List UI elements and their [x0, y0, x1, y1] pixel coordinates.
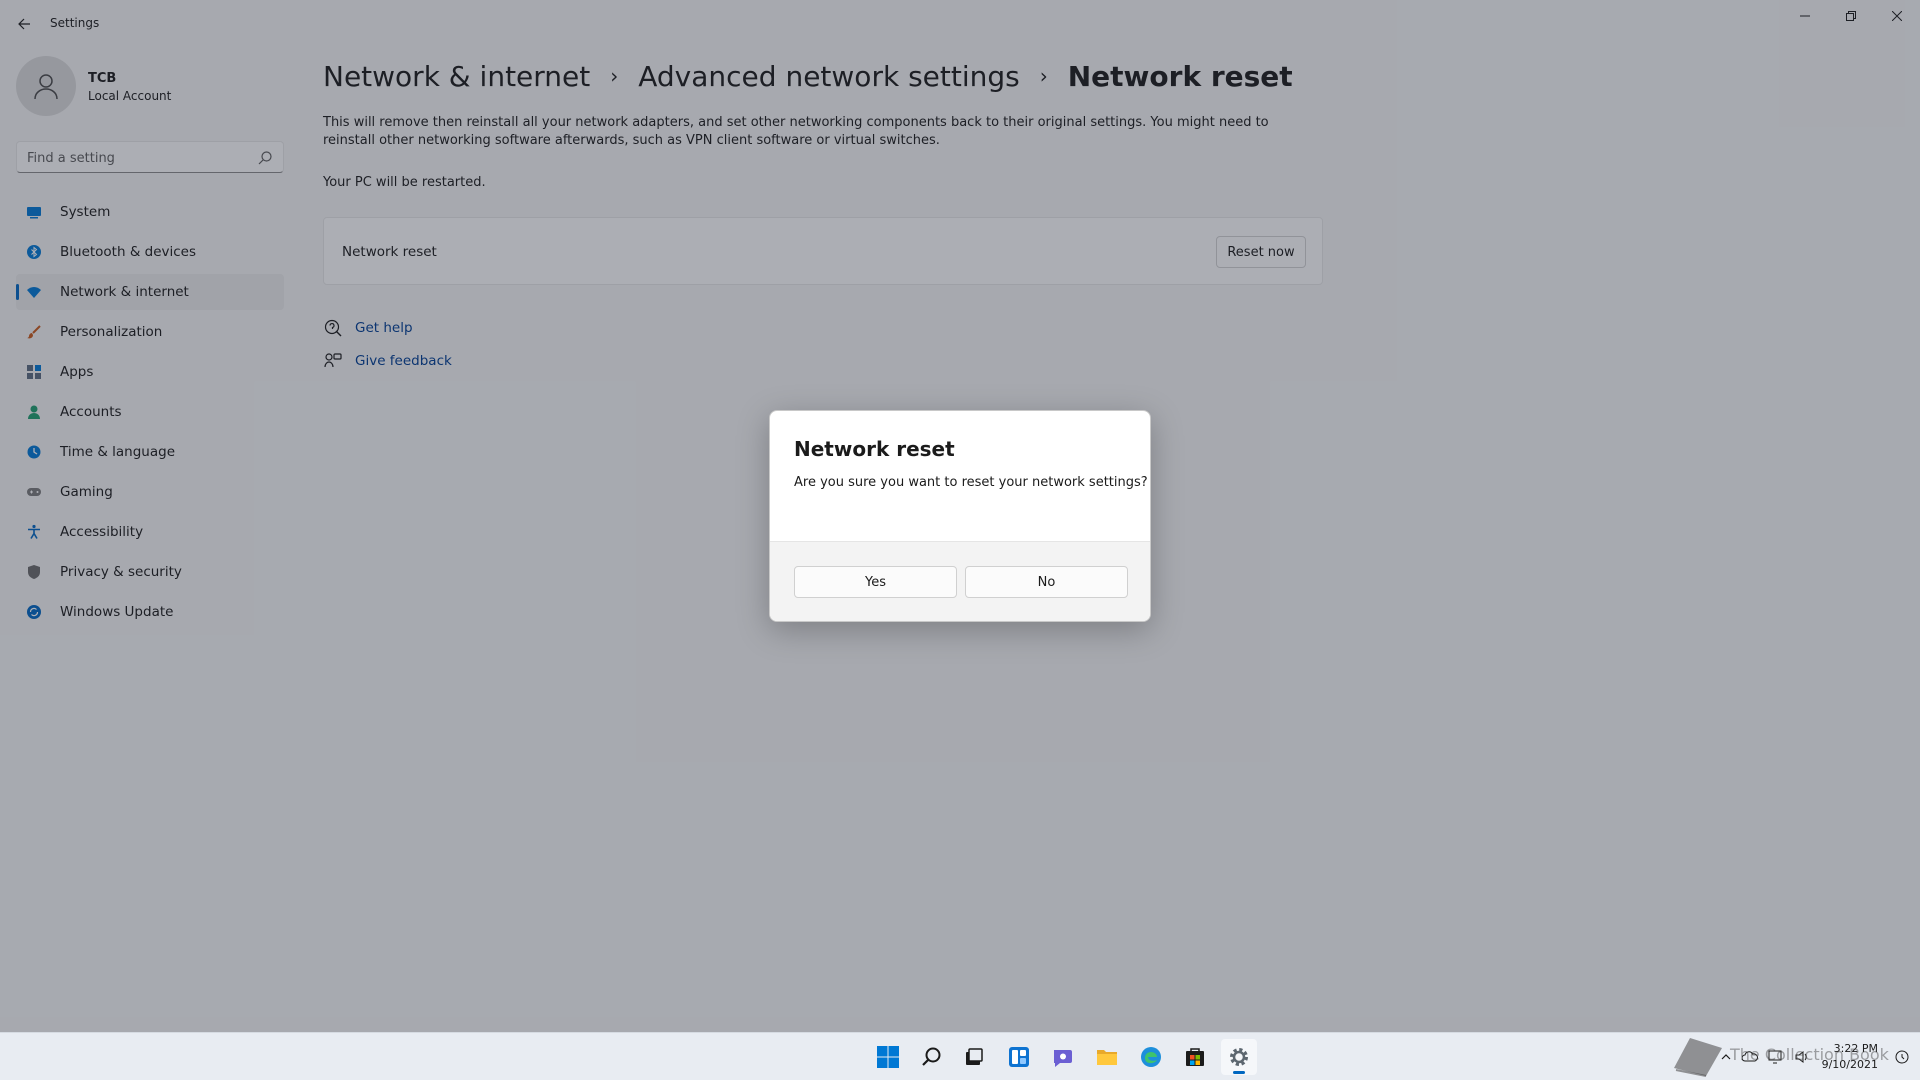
- chat-icon: [1054, 1050, 1072, 1067]
- store-button[interactable]: [1177, 1039, 1213, 1075]
- task-view-button[interactable]: [956, 1039, 992, 1075]
- start-icon: [877, 1046, 899, 1068]
- taskbar-search-button[interactable]: [914, 1039, 950, 1075]
- widgets-button[interactable]: [1001, 1039, 1037, 1075]
- dialog-footer: Yes No: [770, 541, 1150, 621]
- widgets-icon: [1009, 1047, 1029, 1067]
- book-watermark-icon: [1674, 1038, 1722, 1077]
- yes-button[interactable]: Yes: [794, 566, 957, 598]
- active-app-indicator: [1233, 1071, 1245, 1074]
- watermark-text: The Collection Book: [1730, 1045, 1889, 1064]
- edge-button[interactable]: [1133, 1039, 1169, 1075]
- notification-icon[interactable]: [1894, 1049, 1910, 1065]
- network-reset-dialog: Network reset Are you sure you want to r…: [769, 410, 1151, 622]
- taskbar: 3:22 PM 9/10/2021: [0, 1032, 1920, 1080]
- task-view-icon: [966, 1048, 983, 1065]
- dialog-title: Network reset: [794, 437, 955, 461]
- store-icon: [1186, 1048, 1204, 1066]
- dialog-message: Are you sure you want to reset your netw…: [794, 475, 1148, 490]
- file-explorer-button[interactable]: [1089, 1039, 1125, 1075]
- file-explorer-icon: [1097, 1050, 1117, 1065]
- settings-taskbar-button[interactable]: [1221, 1039, 1257, 1075]
- chat-button[interactable]: [1045, 1039, 1081, 1075]
- start-button[interactable]: [870, 1039, 906, 1075]
- search-icon: [922, 1047, 941, 1066]
- edge-icon: [1141, 1047, 1161, 1067]
- no-button[interactable]: No: [965, 566, 1128, 598]
- settings-icon: [1230, 1048, 1248, 1066]
